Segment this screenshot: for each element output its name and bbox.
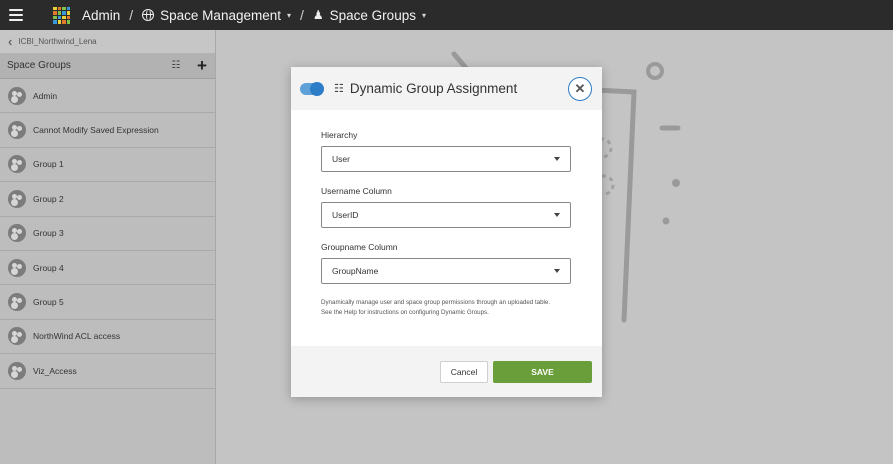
group-avatar-icon: [8, 121, 26, 140]
list-item[interactable]: Group 4: [0, 251, 215, 286]
list-item-label: Group 5: [33, 297, 64, 308]
back-link[interactable]: ‹ ICBI_Northwind_Lena: [0, 30, 215, 53]
help-text: Dynamically manage user and space group …: [321, 298, 561, 317]
help-text-line: Dynamically manage user and space group …: [321, 299, 551, 306]
dialog-body: Hierarchy User Username Column UserID Gr…: [291, 110, 602, 317]
space-groups-title: Space Groups: [7, 60, 71, 71]
list-item[interactable]: Group 1: [0, 148, 215, 183]
list-item[interactable]: Group 5: [0, 285, 215, 320]
group-avatar-icon: [8, 189, 26, 208]
list-item-label: Group 2: [33, 193, 64, 204]
group-avatar-icon: [8, 224, 26, 243]
groupname-column-select[interactable]: GroupName: [321, 258, 571, 284]
list-item-label: Group 1: [33, 159, 64, 170]
group-avatar-icon: [8, 293, 26, 312]
list-item[interactable]: Cannot Modify Saved Expression: [0, 113, 215, 148]
chevron-down-icon: [554, 269, 560, 273]
dynamic-groups-toggle[interactable]: [300, 81, 324, 96]
group-list: Admin Cannot Modify Saved Expression Gro…: [0, 79, 215, 389]
hamburger-menu-icon[interactable]: [9, 9, 23, 21]
group-avatar-icon: [8, 361, 26, 380]
breadcrumb-space-groups[interactable]: Space Groups: [330, 8, 416, 23]
dynamic-group-assignment-dialog: ☷ Dynamic Group Assignment ✕ Hierarchy U…: [291, 67, 602, 397]
list-item-label: NorthWind ACL access: [33, 331, 121, 342]
globe-icon: [142, 9, 155, 21]
back-link-label: ICBI_Northwind_Lena: [18, 37, 97, 46]
group-avatar-icon: [8, 86, 26, 105]
list-item-label: Group 3: [33, 228, 64, 239]
group-avatar-icon: [8, 258, 26, 277]
help-text-line: See the Help for instructions on configu…: [321, 308, 489, 316]
dialog-header: ☷ Dynamic Group Assignment ✕: [291, 67, 602, 110]
hierarchy-value: User: [332, 154, 350, 164]
close-icon: ✕: [574, 81, 586, 96]
save-button[interactable]: SAVE: [493, 360, 592, 383]
list-item-label: Admin: [33, 90, 58, 101]
breadcrumb-separator: /: [300, 7, 304, 23]
close-button[interactable]: ✕: [568, 77, 592, 101]
group-icon: ♟: [312, 8, 324, 22]
sidebar: ‹ ICBI_Northwind_Lena Space Groups ☷ + A…: [0, 30, 216, 464]
dialog-title: Dynamic Group Assignment: [349, 81, 518, 96]
chevron-down-icon[interactable]: ▾: [287, 11, 291, 20]
username-column-select[interactable]: UserID: [321, 202, 571, 228]
list-item[interactable]: Admin: [0, 79, 215, 114]
chevron-down-icon: [554, 157, 560, 161]
username-column-label: Username Column: [321, 186, 392, 196]
list-item[interactable]: Group 3: [0, 217, 215, 251]
username-column-value: UserID: [332, 210, 359, 220]
dynamic-groups-icon[interactable]: ☷: [163, 53, 189, 79]
breadcrumb-admin[interactable]: Admin: [82, 8, 120, 23]
groupname-column-value: GroupName: [332, 266, 379, 276]
top-bar: Admin / Space Management ▾ / ♟ Space Gro…: [0, 0, 893, 30]
list-item-label: Group 4: [33, 262, 64, 273]
list-item[interactable]: Group 2: [0, 182, 215, 217]
list-item[interactable]: Viz_Access: [0, 354, 215, 389]
list-item-label: Cannot Modify Saved Expression: [33, 125, 159, 136]
breadcrumb-separator: /: [129, 7, 134, 23]
app-logo-icon: [53, 6, 70, 24]
dialog-footer: Cancel SAVE: [291, 346, 602, 397]
list-item-label: Viz_Access: [33, 365, 77, 376]
hierarchy-label: Hierarchy: [321, 130, 358, 140]
group-avatar-icon: [8, 155, 26, 174]
group-avatar-icon: [8, 327, 26, 346]
cancel-button[interactable]: Cancel: [440, 360, 488, 383]
list-item[interactable]: NorthWind ACL access: [0, 320, 215, 355]
space-groups-header: Space Groups ☷ +: [0, 53, 215, 79]
chevron-down-icon: [554, 213, 560, 217]
hierarchy-select[interactable]: User: [321, 146, 571, 172]
chevron-left-icon: ‹: [8, 34, 13, 49]
chevron-down-icon[interactable]: ▾: [422, 11, 426, 20]
groupname-column-label: Groupname Column: [321, 242, 398, 252]
breadcrumb-space-management[interactable]: Space Management: [160, 8, 281, 23]
dynamic-groups-icon: ☷: [334, 83, 344, 95]
add-group-button[interactable]: +: [189, 53, 215, 79]
